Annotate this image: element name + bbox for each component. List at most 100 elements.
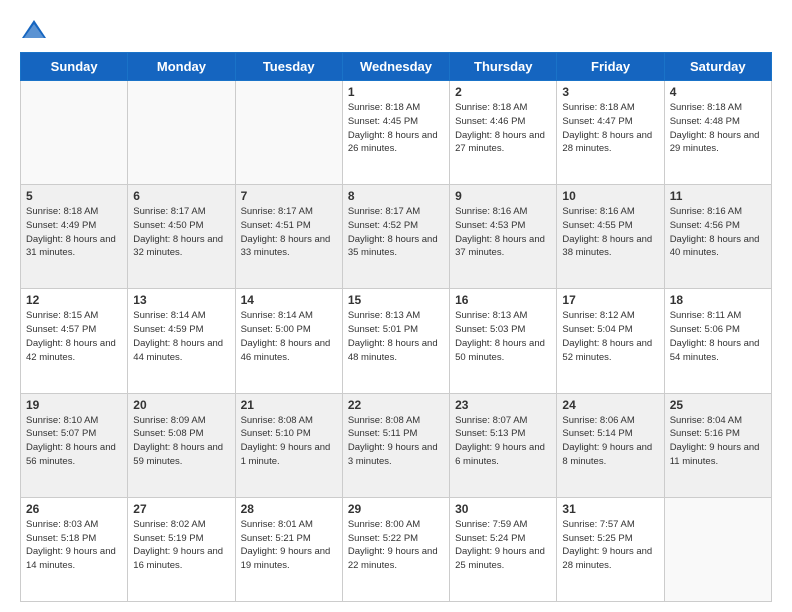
- calendar-cell: 4 Sunrise: 8:18 AMSunset: 4:48 PMDaylight…: [664, 81, 771, 185]
- day-number: 11: [670, 189, 766, 203]
- day-info: Sunrise: 8:18 AMSunset: 4:48 PMDaylight:…: [670, 101, 766, 156]
- day-info: Sunrise: 8:09 AMSunset: 5:08 PMDaylight:…: [133, 414, 229, 469]
- logo-icon: [20, 16, 48, 44]
- calendar-cell: [128, 81, 235, 185]
- calendar-cell: 3 Sunrise: 8:18 AMSunset: 4:47 PMDaylight…: [557, 81, 664, 185]
- day-info: Sunrise: 8:16 AMSunset: 4:53 PMDaylight:…: [455, 205, 551, 260]
- day-number: 28: [241, 502, 337, 516]
- calendar-cell: 31 Sunrise: 7:57 AMSunset: 5:25 PMDayligh…: [557, 497, 664, 601]
- calendar-cell: 7 Sunrise: 8:17 AMSunset: 4:51 PMDaylight…: [235, 185, 342, 289]
- day-info: Sunrise: 8:07 AMSunset: 5:13 PMDaylight:…: [455, 414, 551, 469]
- day-number: 5: [26, 189, 122, 203]
- day-number: 17: [562, 293, 658, 307]
- day-info: Sunrise: 8:17 AMSunset: 4:52 PMDaylight:…: [348, 205, 444, 260]
- day-info: Sunrise: 8:16 AMSunset: 4:56 PMDaylight:…: [670, 205, 766, 260]
- day-info: Sunrise: 8:00 AMSunset: 5:22 PMDaylight:…: [348, 518, 444, 573]
- day-info: Sunrise: 8:11 AMSunset: 5:06 PMDaylight:…: [670, 309, 766, 364]
- day-info: Sunrise: 8:03 AMSunset: 5:18 PMDaylight:…: [26, 518, 122, 573]
- day-number: 31: [562, 502, 658, 516]
- day-number: 2: [455, 85, 551, 99]
- day-info: Sunrise: 8:18 AMSunset: 4:46 PMDaylight:…: [455, 101, 551, 156]
- weekday-header-wednesday: Wednesday: [342, 53, 449, 81]
- day-info: Sunrise: 8:14 AMSunset: 5:00 PMDaylight:…: [241, 309, 337, 364]
- day-number: 29: [348, 502, 444, 516]
- calendar-cell: 21 Sunrise: 8:08 AMSunset: 5:10 PMDayligh…: [235, 393, 342, 497]
- day-info: Sunrise: 8:18 AMSunset: 4:49 PMDaylight:…: [26, 205, 122, 260]
- day-number: 7: [241, 189, 337, 203]
- calendar-week-4: 19 Sunrise: 8:10 AMSunset: 5:07 PMDayligh…: [21, 393, 772, 497]
- calendar-cell: 1Sunrise: 8:18 AMSunset: 4:45 PMDaylight…: [342, 81, 449, 185]
- day-info: Sunrise: 8:04 AMSunset: 5:16 PMDaylight:…: [670, 414, 766, 469]
- day-info: Sunrise: 8:15 AMSunset: 4:57 PMDaylight:…: [26, 309, 122, 364]
- calendar-cell: 2 Sunrise: 8:18 AMSunset: 4:46 PMDaylight…: [450, 81, 557, 185]
- calendar-cell: 5 Sunrise: 8:18 AMSunset: 4:49 PMDaylight…: [21, 185, 128, 289]
- day-number: 16: [455, 293, 551, 307]
- calendar-cell: 16 Sunrise: 8:13 AMSunset: 5:03 PMDayligh…: [450, 289, 557, 393]
- day-number: 25: [670, 398, 766, 412]
- logo: [20, 16, 52, 44]
- calendar-cell: [235, 81, 342, 185]
- day-info: Sunrise: 8:13 AMSunset: 5:03 PMDaylight:…: [455, 309, 551, 364]
- calendar-cell: 23 Sunrise: 8:07 AMSunset: 5:13 PMDayligh…: [450, 393, 557, 497]
- day-number: 10: [562, 189, 658, 203]
- day-number: 8: [348, 189, 444, 203]
- calendar-cell: 27Sunrise: 8:02 AMSunset: 5:19 PMDayligh…: [128, 497, 235, 601]
- day-number: 27: [133, 502, 229, 516]
- weekday-header-thursday: Thursday: [450, 53, 557, 81]
- day-info: Sunrise: 8:17 AMSunset: 4:51 PMDaylight:…: [241, 205, 337, 260]
- day-number: 4: [670, 85, 766, 99]
- day-number: 19: [26, 398, 122, 412]
- calendar-cell: 30 Sunrise: 7:59 AMSunset: 5:24 PMDayligh…: [450, 497, 557, 601]
- day-info: Sunrise: 8:18 AMSunset: 4:47 PMDaylight:…: [562, 101, 658, 156]
- page: SundayMondayTuesdayWednesdayThursdayFrid…: [0, 0, 792, 612]
- calendar-cell: 15 Sunrise: 8:13 AMSunset: 5:01 PMDayligh…: [342, 289, 449, 393]
- day-info: Sunrise: 8:17 AMSunset: 4:50 PMDaylight:…: [133, 205, 229, 260]
- weekday-header-monday: Monday: [128, 53, 235, 81]
- day-info: Sunrise: 8:08 AMSunset: 5:10 PMDaylight:…: [241, 414, 337, 469]
- day-number: 15: [348, 293, 444, 307]
- calendar-cell: [664, 497, 771, 601]
- calendar-cell: 11 Sunrise: 8:16 AMSunset: 4:56 PMDayligh…: [664, 185, 771, 289]
- calendar-cell: 17 Sunrise: 8:12 AMSunset: 5:04 PMDayligh…: [557, 289, 664, 393]
- calendar-table: SundayMondayTuesdayWednesdayThursdayFrid…: [20, 52, 772, 602]
- day-number: 23: [455, 398, 551, 412]
- day-number: 13: [133, 293, 229, 307]
- weekday-header-sunday: Sunday: [21, 53, 128, 81]
- calendar-cell: 28Sunrise: 8:01 AMSunset: 5:21 PMDayligh…: [235, 497, 342, 601]
- calendar-cell: 25 Sunrise: 8:04 AMSunset: 5:16 PMDayligh…: [664, 393, 771, 497]
- day-number: 20: [133, 398, 229, 412]
- day-info: Sunrise: 8:14 AMSunset: 4:59 PMDaylight:…: [133, 309, 229, 364]
- day-number: 21: [241, 398, 337, 412]
- day-info: Sunrise: 8:12 AMSunset: 5:04 PMDaylight:…: [562, 309, 658, 364]
- day-info: Sunrise: 8:10 AMSunset: 5:07 PMDaylight:…: [26, 414, 122, 469]
- weekday-header-friday: Friday: [557, 53, 664, 81]
- calendar-week-5: 26 Sunrise: 8:03 AMSunset: 5:18 PMDayligh…: [21, 497, 772, 601]
- calendar-cell: 14 Sunrise: 8:14 AMSunset: 5:00 PMDayligh…: [235, 289, 342, 393]
- calendar-cell: 13 Sunrise: 8:14 AMSunset: 4:59 PMDayligh…: [128, 289, 235, 393]
- day-info: Sunrise: 7:57 AMSunset: 5:25 PMDaylight:…: [562, 518, 658, 573]
- day-number: 6: [133, 189, 229, 203]
- day-info: Sunrise: 7:59 AMSunset: 5:24 PMDaylight:…: [455, 518, 551, 573]
- day-number: 12: [26, 293, 122, 307]
- calendar-cell: 29 Sunrise: 8:00 AMSunset: 5:22 PMDayligh…: [342, 497, 449, 601]
- day-number: 14: [241, 293, 337, 307]
- day-info: Sunrise: 8:06 AMSunset: 5:14 PMDaylight:…: [562, 414, 658, 469]
- weekday-header-row: SundayMondayTuesdayWednesdayThursdayFrid…: [21, 53, 772, 81]
- day-number: 1: [348, 85, 444, 99]
- day-number: 9: [455, 189, 551, 203]
- calendar-cell: 20 Sunrise: 8:09 AMSunset: 5:08 PMDayligh…: [128, 393, 235, 497]
- calendar-cell: [21, 81, 128, 185]
- day-number: 22: [348, 398, 444, 412]
- calendar-cell: 19 Sunrise: 8:10 AMSunset: 5:07 PMDayligh…: [21, 393, 128, 497]
- calendar-cell: 8 Sunrise: 8:17 AMSunset: 4:52 PMDaylight…: [342, 185, 449, 289]
- day-number: 30: [455, 502, 551, 516]
- calendar-cell: 24 Sunrise: 8:06 AMSunset: 5:14 PMDayligh…: [557, 393, 664, 497]
- day-number: 3: [562, 85, 658, 99]
- day-number: 26: [26, 502, 122, 516]
- day-info: Sunrise: 8:08 AMSunset: 5:11 PMDaylight:…: [348, 414, 444, 469]
- day-number: 24: [562, 398, 658, 412]
- calendar-cell: 9 Sunrise: 8:16 AMSunset: 4:53 PMDaylight…: [450, 185, 557, 289]
- day-info: Sunrise: 8:13 AMSunset: 5:01 PMDaylight:…: [348, 309, 444, 364]
- weekday-header-tuesday: Tuesday: [235, 53, 342, 81]
- calendar-cell: 22 Sunrise: 8:08 AMSunset: 5:11 PMDayligh…: [342, 393, 449, 497]
